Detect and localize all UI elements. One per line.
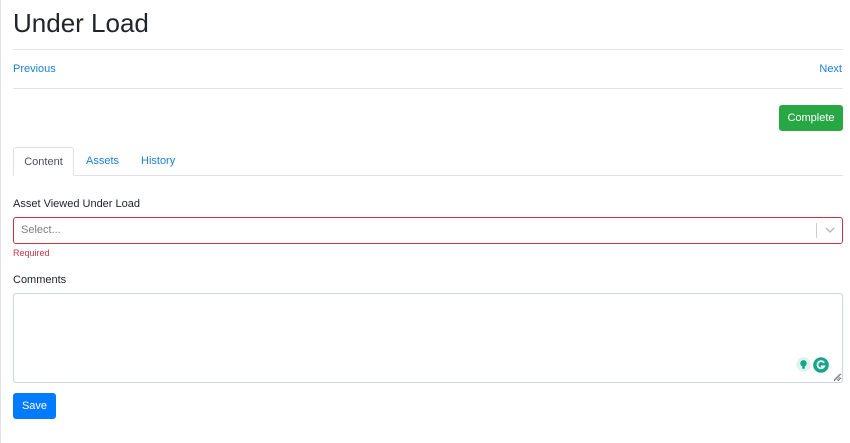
divider: [13, 88, 843, 89]
page: Under Load Previous Next Complete Conten…: [0, 0, 850, 443]
divider: [13, 49, 843, 50]
previous-link[interactable]: Previous: [13, 63, 56, 76]
complete-button[interactable]: Complete: [779, 105, 843, 131]
tab-history[interactable]: History: [141, 147, 175, 176]
lightbulb-icon[interactable]: [796, 357, 811, 372]
chevron-down-icon[interactable]: [825, 226, 835, 234]
page-title: Under Load: [13, 8, 149, 38]
tab-content[interactable]: Content: [13, 147, 74, 176]
next-link[interactable]: Next: [819, 63, 842, 76]
tab-bar: Content Assets History: [13, 147, 843, 176]
select-separator: [816, 223, 817, 238]
tab-assets[interactable]: Assets: [86, 147, 119, 176]
asset-select[interactable]: Select...: [13, 217, 843, 244]
resize-handle-icon[interactable]: [832, 372, 841, 381]
comments-field-label: Comments: [13, 274, 67, 286]
comments-textarea[interactable]: [13, 293, 843, 383]
asset-field-label: Asset Viewed Under Load: [13, 198, 140, 210]
save-button[interactable]: Save: [13, 393, 56, 419]
asset-select-placeholder: Select...: [21, 224, 61, 236]
grammarly-icon[interactable]: [813, 357, 829, 373]
validation-message: Required: [13, 248, 50, 258]
